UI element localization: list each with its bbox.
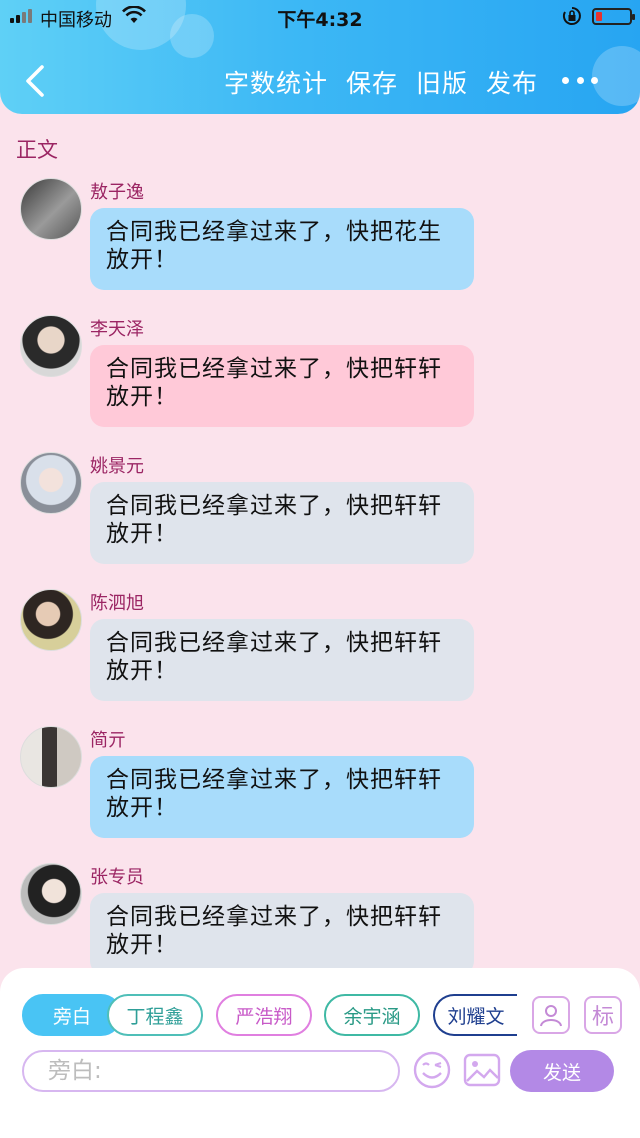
message-bubble[interactable]: 合同我已经拿过来了，快把轩轩放开！ [90, 756, 474, 838]
old-version-button[interactable]: 旧版 [416, 64, 468, 100]
top-nav: 字数统计 保存 旧版 发布 [0, 50, 640, 110]
message-bubble[interactable]: 合同我已经拿过来了，快把花生放开！ [90, 208, 474, 290]
more-icon[interactable] [562, 77, 598, 85]
save-button[interactable]: 保存 [346, 64, 398, 100]
dialogue-message: 李天泽 合同我已经拿过来了，快把轩轩放开！ [0, 313, 640, 450]
back-icon[interactable] [22, 64, 48, 98]
send-button[interactable]: 发送 [510, 1050, 614, 1092]
avatar[interactable] [20, 178, 82, 240]
message-bubble[interactable]: 合同我已经拿过来了，快把轩轩放开！ [90, 619, 474, 701]
section-title: 正文 [16, 138, 58, 162]
role-chip[interactable]: 严浩翔 [216, 994, 312, 1036]
speaker-name: 李天泽 [90, 319, 144, 340]
word-count-button[interactable]: 字数统计 [224, 64, 328, 100]
speaker-name: 简亓 [90, 730, 126, 751]
speaker-name: 姚景元 [90, 456, 144, 477]
speaker-name: 陈泗旭 [90, 593, 144, 614]
composer-panel: 旁白 丁程鑫 严浩翔 余宇涵 刘耀文 标 发送 [0, 968, 640, 1138]
status-bar: 中国移动 下午4:32 [0, 0, 640, 34]
message-input[interactable] [48, 1058, 398, 1084]
speaker-name: 敖子逸 [90, 182, 144, 203]
avatar[interactable] [20, 726, 82, 788]
dialogue-message: 姚景元 合同我已经拿过来了，快把轩轩放开！ [0, 450, 640, 587]
status-time: 下午4:32 [277, 9, 363, 31]
app-header: 中国移动 下午4:32 字数统计 保存 旧版 发布 [0, 0, 640, 114]
role-chip[interactable]: 丁程鑫 [107, 994, 203, 1036]
avatar[interactable] [20, 589, 82, 651]
battery-icon [592, 8, 635, 25]
message-input-wrapper [22, 1050, 400, 1092]
role-chip[interactable]: 余宇涵 [324, 994, 420, 1036]
tag-button[interactable]: 标 [584, 996, 622, 1034]
message-bubble[interactable]: 合同我已经拿过来了，快把轩轩放开！ [90, 345, 474, 427]
role-chip[interactable]: 刘耀文 [433, 994, 517, 1036]
speaker-name: 张专员 [90, 867, 144, 888]
add-role-icon[interactable] [532, 996, 570, 1034]
image-icon[interactable] [462, 1050, 502, 1090]
lock-rotation-icon [562, 7, 581, 25]
message-bubble[interactable]: 合同我已经拿过来了，快把轩轩放开！ [90, 482, 474, 564]
message-bubble[interactable]: 合同我已经拿过来了，快把轩轩放开！ [90, 893, 474, 970]
publish-button[interactable]: 发布 [486, 64, 538, 100]
avatar[interactable] [20, 315, 82, 377]
avatar[interactable] [20, 452, 82, 514]
dialogue-message: 张专员 合同我已经拿过来了，快把轩轩放开！ [0, 861, 640, 970]
avatar[interactable] [20, 863, 82, 925]
dialogue-message: 敖子逸 合同我已经拿过来了，快把花生放开！ [0, 176, 640, 313]
dialogue-feed[interactable]: 敖子逸 合同我已经拿过来了，快把花生放开！ 李天泽 合同我已经拿过来了，快把轩轩… [0, 176, 640, 970]
emoji-icon[interactable] [412, 1050, 452, 1090]
dialogue-message: 简亓 合同我已经拿过来了，快把轩轩放开！ [0, 724, 640, 861]
dialogue-message: 陈泗旭 合同我已经拿过来了，快把轩轩放开！ [0, 587, 640, 724]
